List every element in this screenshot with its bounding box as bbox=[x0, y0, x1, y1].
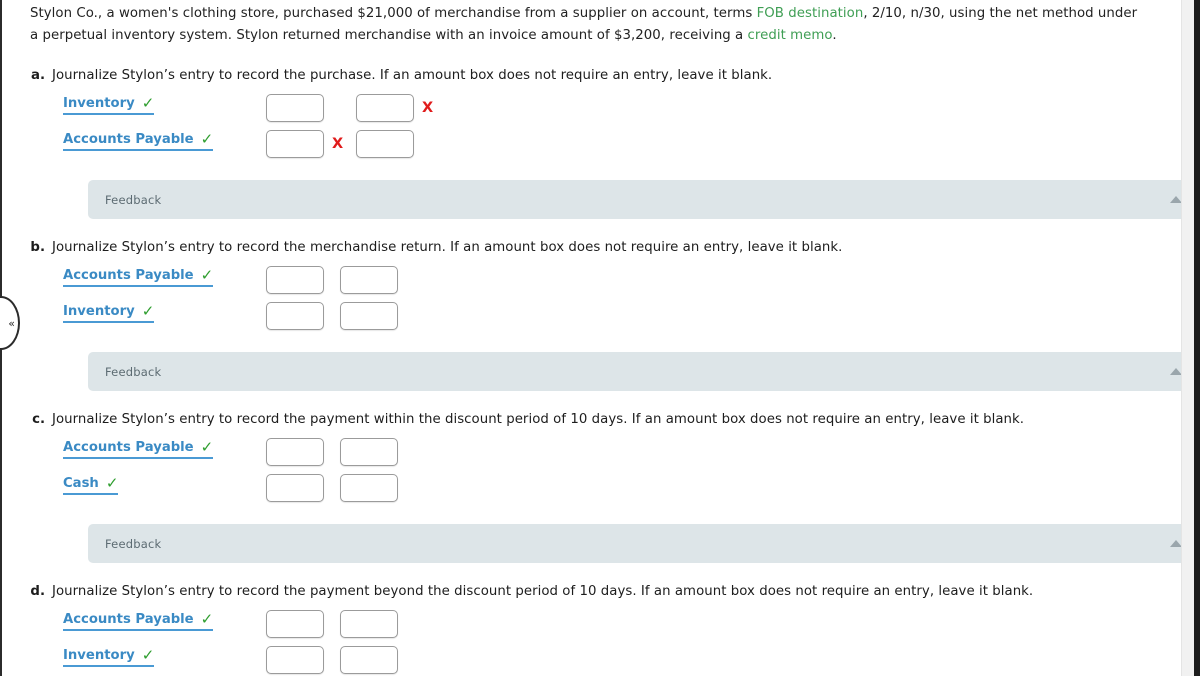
account-title-select[interactable]: Inventory ✓ bbox=[63, 94, 155, 115]
question-prompt: Journalize Stylon’s entry to record the … bbox=[52, 68, 773, 83]
question-heading: d. Journalize Stylon’s entry to record th… bbox=[30, 582, 1178, 602]
feedback-panel[interactable]: Feedback bbox=[88, 524, 1200, 563]
account-title-label: Inventory bbox=[63, 648, 135, 663]
account-title-select[interactable]: Cash ✓ bbox=[63, 474, 119, 495]
credit-amount-input[interactable] bbox=[356, 94, 414, 122]
debit-amount-input[interactable] bbox=[266, 646, 324, 674]
exercise-page: Stylon Co., a women's clothing store, pu… bbox=[0, 0, 1200, 676]
correct-check-icon: ✓ bbox=[200, 266, 214, 284]
intro-text-part-1: Stylon Co., a women's clothing store, pu… bbox=[30, 6, 757, 21]
journal-entry-row: Cash ✓ bbox=[30, 474, 1178, 510]
credit-amount-input[interactable] bbox=[340, 646, 398, 674]
feedback-panel[interactable]: Feedback bbox=[88, 352, 1200, 391]
account-title-select[interactable]: Accounts Payable ✓ bbox=[63, 130, 214, 151]
question-letter: a. bbox=[30, 68, 45, 83]
correct-check-icon: ✓ bbox=[105, 474, 119, 492]
debit-amount-input[interactable] bbox=[266, 130, 324, 158]
vertical-scrollbar-track[interactable] bbox=[1181, 0, 1194, 676]
question-letter: c. bbox=[32, 412, 45, 427]
debit-amount-input[interactable] bbox=[266, 474, 324, 502]
question-heading: c. Journalize Stylon’s entry to record th… bbox=[30, 410, 1178, 430]
account-title-select[interactable]: Accounts Payable ✓ bbox=[63, 438, 214, 459]
account-title-select[interactable]: Accounts Payable ✓ bbox=[63, 266, 214, 287]
credit-amount-input[interactable] bbox=[340, 266, 398, 294]
credit-amount-input[interactable] bbox=[340, 438, 398, 466]
question-heading: b. Journalize Stylon’s entry to record th… bbox=[30, 238, 1178, 258]
journal-entry-row: Accounts Payable ✓ bbox=[30, 610, 1178, 646]
credit-memo-link[interactable]: credit memo bbox=[748, 28, 833, 43]
content-area: Stylon Co., a women's clothing store, pu… bbox=[0, 0, 1200, 676]
account-title-label: Cash bbox=[63, 476, 99, 491]
account-title-label: Accounts Payable bbox=[63, 440, 194, 455]
correct-check-icon: ✓ bbox=[200, 438, 214, 456]
chevron-left-icon: « bbox=[8, 316, 15, 330]
account-title-select[interactable]: Accounts Payable ✓ bbox=[63, 610, 214, 631]
credit-amount-input[interactable] bbox=[356, 130, 414, 158]
window-right-edge bbox=[1194, 0, 1200, 676]
feedback-panel[interactable]: Feedback bbox=[88, 180, 1200, 219]
journal-entry-table: Accounts Payable ✓ Inventory ✓ bbox=[30, 610, 1178, 676]
debit-amount-input[interactable] bbox=[266, 438, 324, 466]
debit-amount-input[interactable] bbox=[266, 266, 324, 294]
credit-amount-input[interactable] bbox=[340, 474, 398, 502]
credit-amount-input[interactable] bbox=[340, 302, 398, 330]
account-title-label: Accounts Payable bbox=[63, 132, 194, 147]
credit-amount-input[interactable] bbox=[340, 610, 398, 638]
question-heading: a. Journalize Stylon’s entry to record th… bbox=[30, 66, 1178, 86]
journal-entry-row: Accounts Payable ✓ X bbox=[30, 130, 1178, 166]
correct-check-icon: ✓ bbox=[200, 130, 214, 148]
question-letter: b. bbox=[30, 240, 45, 255]
question-block: d. Journalize Stylon’s entry to record th… bbox=[0, 582, 1178, 676]
intro-text-part-3: . bbox=[832, 28, 837, 43]
question-block: b. Journalize Stylon’s entry to record th… bbox=[0, 238, 1200, 410]
incorrect-x-icon: X bbox=[332, 136, 344, 152]
journal-entry-row: Inventory ✓ bbox=[30, 646, 1178, 676]
questions-container: a. Journalize Stylon’s entry to record th… bbox=[0, 66, 1200, 676]
feedback-label: Feedback bbox=[105, 536, 162, 551]
feedback-label: Feedback bbox=[105, 364, 162, 379]
account-title-label: Accounts Payable bbox=[63, 268, 194, 283]
account-title-label: Inventory bbox=[63, 304, 135, 319]
journal-entry-table: Accounts Payable ✓ Inventory ✓ bbox=[30, 266, 1178, 338]
debit-amount-input[interactable] bbox=[266, 610, 324, 638]
question-block: c. Journalize Stylon’s entry to record th… bbox=[0, 410, 1200, 582]
journal-entry-table: Accounts Payable ✓ Cash ✓ bbox=[30, 438, 1178, 510]
journal-entry-row: Accounts Payable ✓ bbox=[30, 438, 1178, 474]
correct-check-icon: ✓ bbox=[200, 610, 214, 628]
correct-check-icon: ✓ bbox=[141, 302, 155, 320]
account-title-label: Accounts Payable bbox=[63, 612, 194, 627]
journal-entry-row: Inventory ✓ bbox=[30, 302, 1178, 338]
question-prompt: Journalize Stylon’s entry to record the … bbox=[52, 240, 843, 255]
question-letter: d. bbox=[30, 584, 45, 599]
problem-statement: Stylon Co., a women's clothing store, pu… bbox=[0, 0, 1178, 47]
journal-entry-row: Inventory ✓ X bbox=[30, 94, 1178, 130]
correct-check-icon: ✓ bbox=[141, 94, 155, 112]
correct-check-icon: ✓ bbox=[141, 646, 155, 664]
journal-entry-row: Accounts Payable ✓ bbox=[30, 266, 1178, 302]
account-title-select[interactable]: Inventory ✓ bbox=[63, 646, 155, 667]
debit-amount-input[interactable] bbox=[266, 302, 324, 330]
debit-amount-input[interactable] bbox=[266, 94, 324, 122]
question-prompt: Journalize Stylon’s entry to record the … bbox=[52, 412, 1025, 427]
incorrect-x-icon: X bbox=[422, 100, 434, 116]
account-title-select[interactable]: Inventory ✓ bbox=[63, 302, 155, 323]
account-title-label: Inventory bbox=[63, 96, 135, 111]
feedback-label: Feedback bbox=[105, 192, 162, 207]
fob-destination-link[interactable]: FOB destination bbox=[757, 6, 864, 21]
question-block: a. Journalize Stylon’s entry to record th… bbox=[0, 66, 1200, 238]
journal-entry-table: Inventory ✓ X Accounts Payable ✓ X bbox=[30, 94, 1178, 166]
question-prompt: Journalize Stylon’s entry to record the … bbox=[52, 584, 1034, 599]
